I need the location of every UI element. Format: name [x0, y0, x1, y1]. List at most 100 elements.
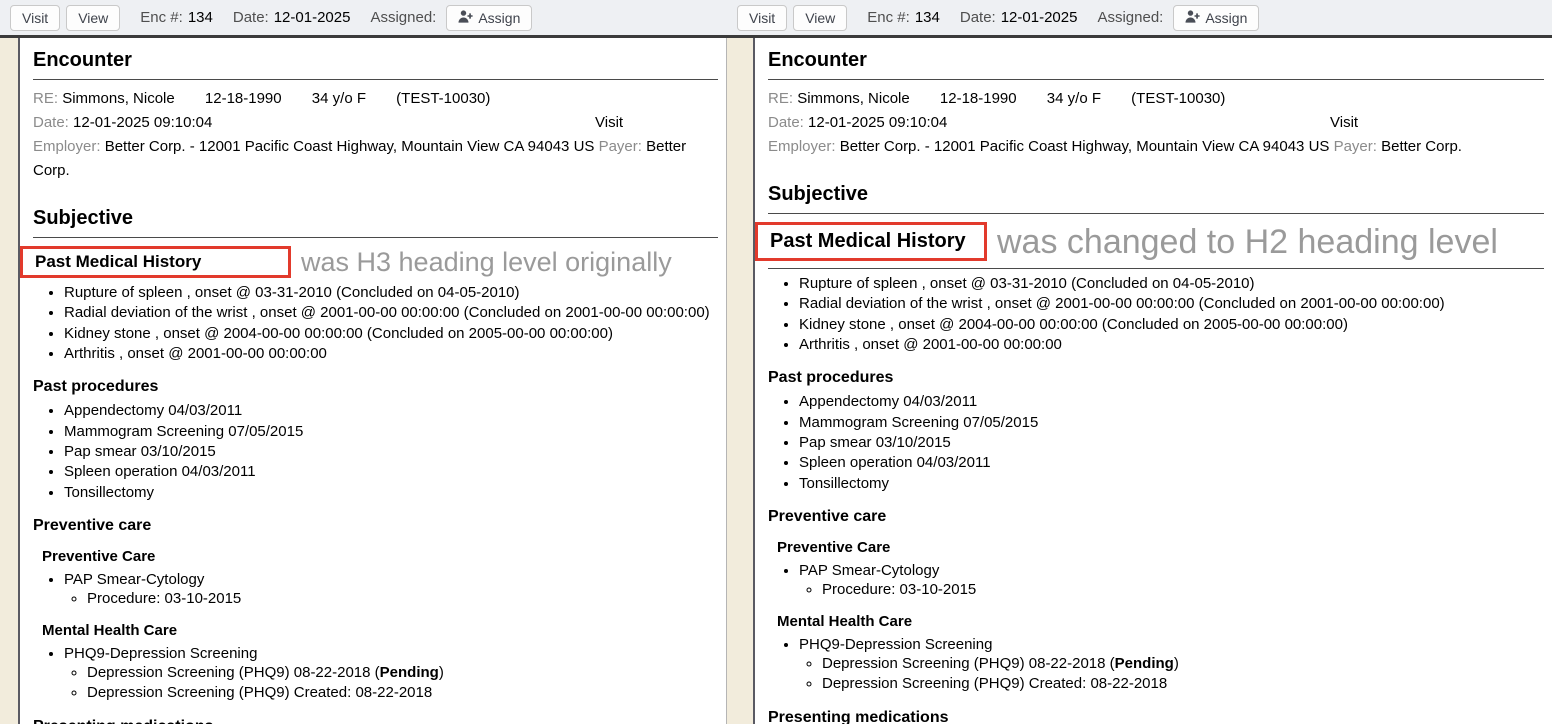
pmh-heading: Past Medical History — [770, 230, 966, 252]
preventive-care-subheading: Preventive Care — [42, 548, 718, 565]
visit-button[interactable]: Visit — [10, 5, 60, 31]
list-item: Mammogram Screening 07/05/2015 — [799, 413, 1544, 432]
list-item-text: PAP Smear-Cytology — [799, 562, 939, 579]
list-item: Tonsillectomy — [64, 483, 718, 502]
patient-dob: 12-18-1990 — [205, 90, 282, 107]
pending-prefix: Depression Screening (PHQ9) 08-22-2018 ( — [822, 655, 1115, 672]
view-button[interactable]: View — [66, 5, 120, 31]
employer-value: Better Corp. - 12001 Pacific Coast Highw… — [105, 138, 595, 155]
encounter-date-value: 12-01-2025 09:10:04 — [808, 114, 947, 131]
re-label: RE: — [768, 90, 793, 107]
list-item: Depression Screening (PHQ9) Created: 08-… — [822, 674, 1544, 693]
patient-id: (TEST-10030) — [1131, 90, 1225, 107]
medications-heading: Presenting medications — [768, 709, 1544, 724]
list-item-text: PHQ9-Depression Screening — [799, 636, 992, 653]
encounter-toolbar: Visit View Enc #: 134 Date: 12-01-2025 A… — [0, 0, 727, 38]
employer-line: Employer: Better Corp. - 12001 Pacific C… — [33, 135, 718, 183]
patient-name: Simmons, Nicole — [62, 90, 175, 107]
pending-status: Pending — [1115, 655, 1174, 672]
patient-age-sex: 34 y/o F — [1047, 90, 1101, 107]
pending-prefix: Depression Screening (PHQ9) 08-22-2018 ( — [87, 664, 380, 681]
enc-number-value: 134 — [915, 9, 940, 26]
pmh-list: Rupture of spleen , onset @ 03-31-2010 (… — [33, 283, 718, 363]
payer-value: Better Corp. — [1381, 138, 1462, 155]
before-panel: Visit View Enc #: 134 Date: 12-01-2025 A… — [0, 0, 727, 724]
list-item: Procedure: 03-10-2015 — [822, 580, 1544, 599]
preventive-care-list: PAP Smear-Cytology Procedure: 03-10-2015 — [33, 570, 718, 609]
list-item: Arthritis , onset @ 2001-00-00 00:00:00 — [799, 335, 1544, 354]
employer-label: Employer: — [768, 138, 836, 155]
assign-button[interactable]: Assign — [1173, 5, 1259, 31]
past-procedures-heading: Past procedures — [33, 378, 718, 396]
list-item: PHQ9-Depression Screening Depression Scr… — [799, 635, 1544, 694]
pmh-heading-row: Past Medical History was changed to H2 h… — [755, 222, 1544, 261]
list-item-text: PAP Smear-Cytology — [64, 571, 204, 588]
pmh-heading-row: Past Medical History was H3 heading leve… — [20, 246, 718, 278]
mental-health-list: PHQ9-Depression Screening Depression Scr… — [33, 644, 718, 703]
employer-line: Employer: Better Corp. - 12001 Pacific C… — [768, 135, 1544, 159]
sub-list: Procedure: 03-10-2015 — [799, 580, 1544, 599]
preventive-care-group: Preventive Care PAP Smear-Cytology Proce… — [768, 539, 1544, 600]
preventive-care-group: Preventive Care PAP Smear-Cytology Proce… — [33, 548, 718, 609]
subjective-heading: Subjective — [768, 183, 1544, 214]
assign-button[interactable]: Assign — [446, 5, 532, 31]
enc-number-label: Enc #: — [867, 9, 910, 26]
list-item: Depression Screening (PHQ9) Created: 08-… — [87, 683, 718, 702]
list-item: Kidney stone , onset @ 2004-00-00 00:00:… — [799, 315, 1544, 334]
preventive-care-heading: Preventive care — [33, 517, 718, 535]
list-item: Kidney stone , onset @ 2004-00-00 00:00:… — [64, 324, 718, 343]
page-background: Encounter RE: Simmons, Nicole 12-18-1990… — [727, 38, 1552, 724]
list-item: PHQ9-Depression Screening Depression Scr… — [64, 644, 718, 703]
list-item: Depression Screening (PHQ9) 08-22-2018 (… — [87, 663, 718, 682]
enc-number-value: 134 — [188, 9, 213, 26]
list-item: Arthritis , onset @ 2001-00-00 00:00:00 — [64, 344, 718, 363]
list-item: Radial deviation of the wrist , onset @ … — [64, 303, 718, 322]
preventive-care-heading: Preventive care — [768, 508, 1544, 526]
patient-name: Simmons, Nicole — [797, 90, 910, 107]
list-item: Tonsillectomy — [799, 474, 1544, 493]
list-item: Procedure: 03-10-2015 — [87, 589, 718, 608]
assigned-label: Assigned: — [370, 9, 436, 26]
sub-list: Procedure: 03-10-2015 — [64, 589, 718, 608]
list-item: Rupture of spleen , onset @ 03-31-2010 (… — [64, 283, 718, 302]
list-item: Rupture of spleen , onset @ 03-31-2010 (… — [799, 274, 1544, 293]
list-item: Pap smear 03/10/2015 — [799, 433, 1544, 452]
pmh-list: Rupture of spleen , onset @ 03-31-2010 (… — [768, 274, 1544, 354]
sub-list: Depression Screening (PHQ9) 08-22-2018 (… — [799, 654, 1544, 694]
mental-health-group: Mental Health Care PHQ9-Depression Scree… — [768, 613, 1544, 694]
subjective-heading: Subjective — [33, 207, 718, 238]
enc-number-label: Enc #: — [140, 9, 183, 26]
past-procedures-list: Appendectomy 04/03/2011 Mammogram Screen… — [768, 392, 1544, 493]
encounter-date-label: Date: — [768, 114, 804, 131]
encounter-report: Encounter RE: Simmons, Nicole 12-18-1990… — [18, 38, 727, 724]
list-item: PAP Smear-Cytology Procedure: 03-10-2015 — [64, 570, 718, 609]
date-value: 12-01-2025 — [274, 9, 351, 26]
patient-line: RE: Simmons, Nicole 12-18-1990 34 y/o F … — [768, 87, 1544, 111]
list-item: Appendectomy 04/03/2011 — [64, 401, 718, 420]
date-line: Date: 12-01-2025 09:10:04 Visit — [768, 111, 1544, 135]
person-add-icon — [458, 10, 473, 26]
preventive-care-list: PAP Smear-Cytology Procedure: 03-10-2015 — [768, 561, 1544, 600]
encounter-report: Encounter RE: Simmons, Nicole 12-18-1990… — [753, 38, 1552, 724]
date-label: Date: — [233, 9, 269, 26]
re-label: RE: — [33, 90, 58, 107]
preventive-care-subheading: Preventive Care — [777, 539, 1544, 556]
encounter-toolbar: Visit View Enc #: 134 Date: 12-01-2025 A… — [727, 0, 1552, 38]
mental-health-subheading: Mental Health Care — [42, 622, 718, 639]
pending-suffix: ) — [1174, 655, 1179, 672]
encounter-date-value: 12-01-2025 09:10:04 — [73, 114, 212, 131]
assign-button-label: Assign — [1205, 10, 1247, 26]
pmh-heading-highlight-box: Past Medical History — [755, 222, 987, 261]
medications-heading: Presenting medications — [33, 718, 718, 724]
view-button[interactable]: View — [793, 5, 847, 31]
mental-health-group: Mental Health Care PHQ9-Depression Scree… — [33, 622, 718, 703]
assigned-label: Assigned: — [1097, 9, 1163, 26]
list-item: Spleen operation 04/03/2011 — [64, 462, 718, 481]
visit-category-label: Visit — [1330, 111, 1358, 135]
visit-button[interactable]: Visit — [737, 5, 787, 31]
list-item: Mammogram Screening 07/05/2015 — [64, 422, 718, 441]
date-label: Date: — [960, 9, 996, 26]
visit-category-label: Visit — [595, 111, 623, 135]
date-value: 12-01-2025 — [1001, 9, 1078, 26]
list-item: Spleen operation 04/03/2011 — [799, 453, 1544, 472]
